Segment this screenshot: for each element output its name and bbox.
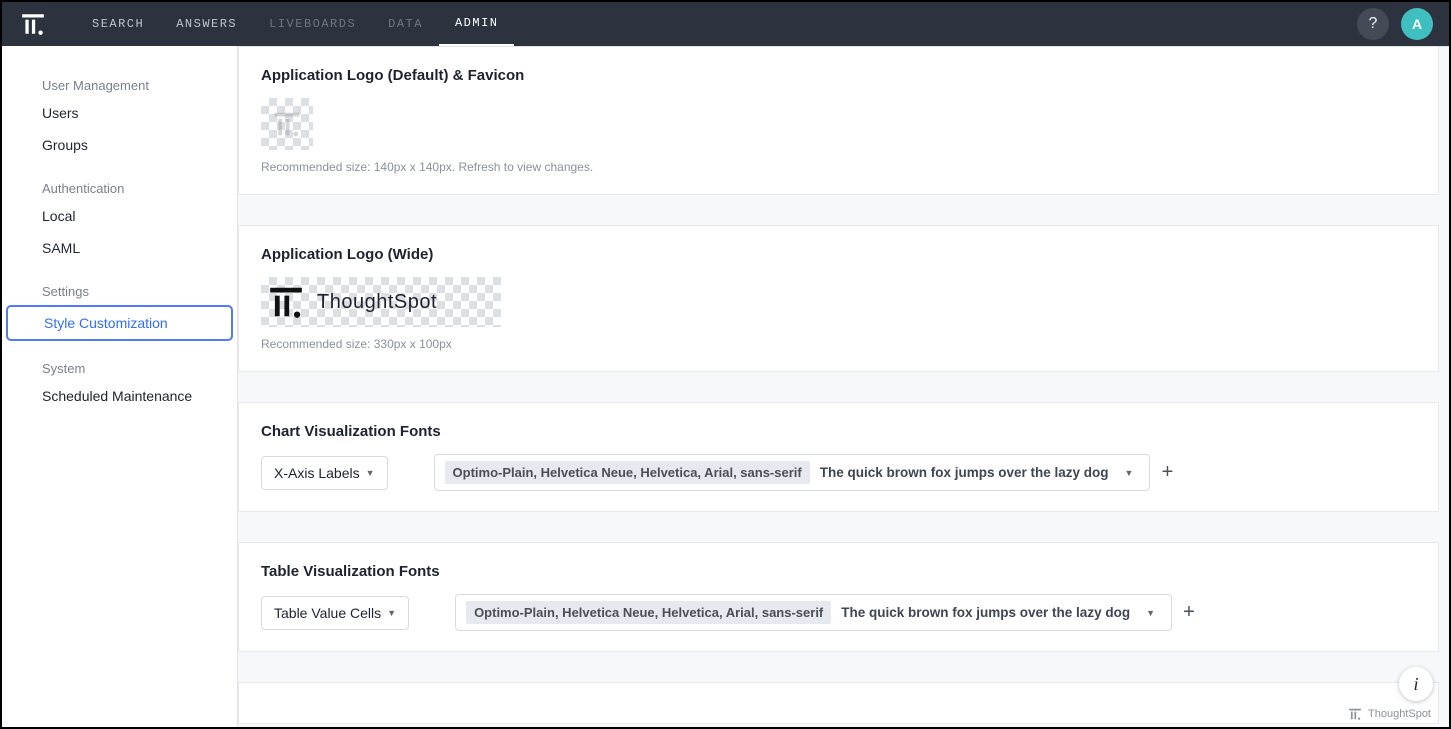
chevron-down-icon: ▼ — [366, 468, 375, 478]
app-logo-icon[interactable] — [18, 9, 48, 39]
hint-text: Recommended size: 330px x 100px — [261, 337, 1416, 351]
sidebar-head-authentication: Authentication — [2, 173, 237, 200]
nav-tab-answers[interactable]: ANSWERS — [160, 2, 253, 46]
font-sample-text: The quick brown fox jumps over the lazy … — [841, 605, 1130, 620]
nav-tab-search[interactable]: SEARCH — [76, 2, 160, 46]
section-title: Application Logo (Default) & Favicon — [261, 67, 1416, 84]
section-title: Application Logo (Wide) — [261, 246, 1416, 263]
section-logo-default: Application Logo (Default) & Favicon Rec… — [238, 47, 1439, 195]
nav-tabs: SEARCH ANSWERS LIVEBOARDS DATA ADMIN — [76, 2, 514, 46]
chart-font-select[interactable]: Optimo-Plain, Helvetica Neue, Helvetica,… — [434, 454, 1151, 491]
sidebar-item-local[interactable]: Local — [2, 200, 237, 232]
table-font-target-dropdown[interactable]: Table Value Cells ▼ — [261, 596, 409, 630]
chevron-down-icon: ▼ — [1119, 468, 1140, 478]
add-font-button[interactable]: + — [1178, 601, 1200, 624]
font-family-tag: Optimo-Plain, Helvetica Neue, Helvetica,… — [445, 461, 810, 484]
section-title: Table Visualization Fonts — [261, 563, 1416, 580]
chevron-down-icon: ▼ — [387, 608, 396, 618]
footer-brand: ThoughtSpot — [1348, 707, 1431, 721]
font-sample-text: The quick brown fox jumps over the lazy … — [820, 465, 1109, 480]
section-title: Chart Visualization Fonts — [261, 423, 1416, 440]
nav-tab-data[interactable]: DATA — [372, 2, 439, 46]
footer-brand-text: ThoughtSpot — [1368, 708, 1431, 720]
help-icon[interactable]: ? — [1357, 8, 1389, 40]
section-chart-fonts: Chart Visualization Fonts X-Axis Labels … — [238, 402, 1439, 512]
dropdown-value: X-Axis Labels — [274, 465, 360, 481]
sidebar-head-user-management: User Management — [2, 70, 237, 97]
sidebar-head-system: System — [2, 353, 237, 380]
info-fab-button[interactable]: i — [1399, 667, 1433, 701]
chart-font-target-dropdown[interactable]: X-Axis Labels ▼ — [261, 456, 388, 490]
top-nav: SEARCH ANSWERS LIVEBOARDS DATA ADMIN ? A — [2, 2, 1449, 46]
main-content: Application Logo (Default) & Favicon Rec… — [238, 46, 1449, 727]
sidebar-item-groups[interactable]: Groups — [2, 129, 237, 161]
sidebar-head-settings: Settings — [2, 276, 237, 303]
hint-text: Recommended size: 140px x 140px. Refresh… — [261, 160, 1416, 174]
admin-sidebar: User Management Users Groups Authenticat… — [2, 46, 238, 727]
font-family-tag: Optimo-Plain, Helvetica Neue, Helvetica,… — [466, 601, 831, 624]
table-font-select[interactable]: Optimo-Plain, Helvetica Neue, Helvetica,… — [455, 594, 1172, 631]
brand-word: ThoughtSpot — [317, 291, 437, 314]
avatar[interactable]: A — [1401, 8, 1433, 40]
section-table-fonts: Table Visualization Fonts Table Value Ce… — [238, 542, 1439, 652]
sidebar-item-style-customization[interactable]: Style Customization — [6, 305, 233, 341]
dropdown-value: Table Value Cells — [274, 605, 381, 621]
nav-tab-liveboards[interactable]: LIVEBOARDS — [253, 2, 372, 46]
logo-wide-upload[interactable]: ThoughtSpot — [261, 277, 501, 327]
section-next-peek — [238, 682, 1439, 724]
logo-default-upload[interactable] — [261, 98, 313, 150]
section-logo-wide: Application Logo (Wide) ThoughtSpot Reco… — [238, 225, 1439, 372]
sidebar-item-scheduled-maintenance[interactable]: Scheduled Maintenance — [2, 380, 237, 412]
nav-tab-admin[interactable]: ADMIN — [439, 3, 515, 47]
sidebar-item-users[interactable]: Users — [2, 97, 237, 129]
chevron-down-icon: ▼ — [1140, 608, 1161, 618]
add-font-button[interactable]: + — [1156, 461, 1178, 484]
sidebar-item-saml[interactable]: SAML — [2, 232, 237, 264]
brand-mark-icon — [1348, 707, 1362, 721]
